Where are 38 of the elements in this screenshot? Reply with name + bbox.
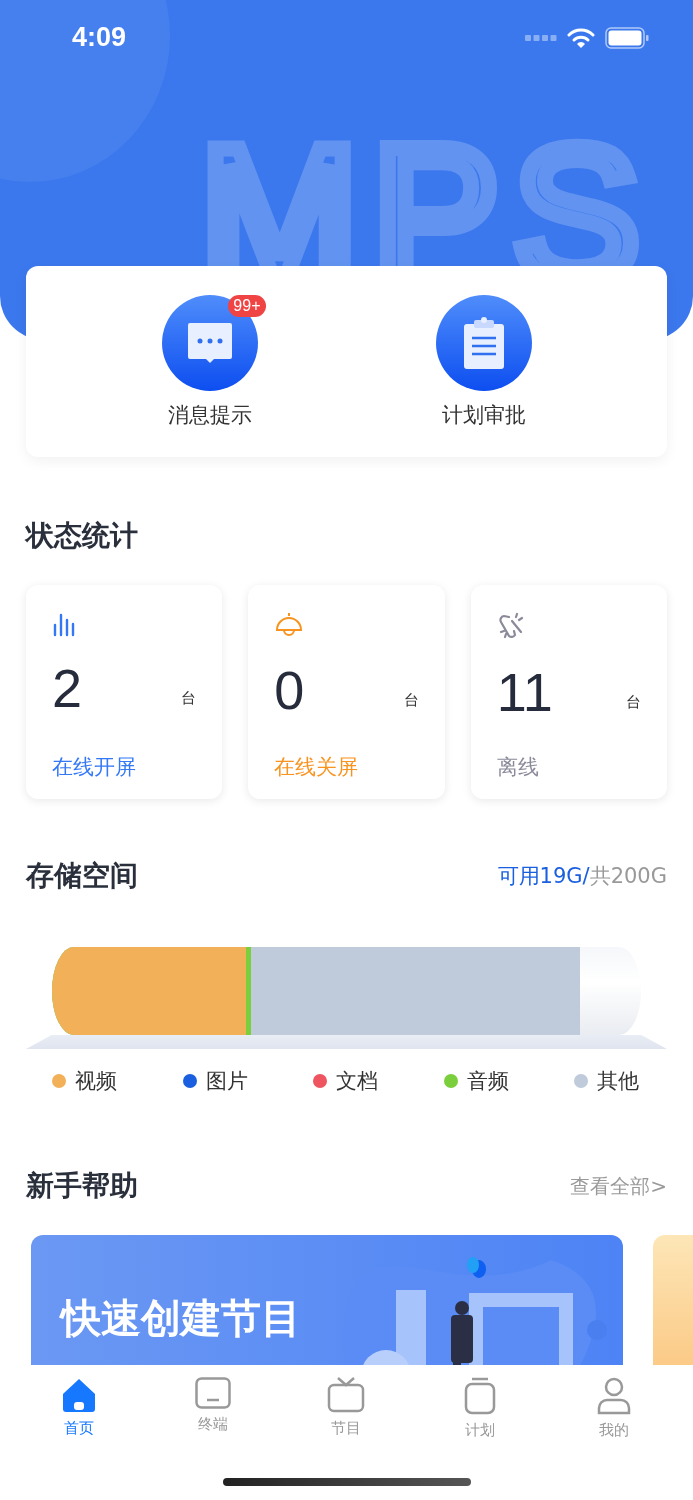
stat-unit: 台 bbox=[626, 693, 641, 713]
legend-label: 音频 bbox=[466, 1068, 509, 1095]
clipboard-icon bbox=[464, 1377, 497, 1415]
banner-title: 快速创建节目 bbox=[61, 1294, 301, 1343]
stat-value: 11 bbox=[496, 663, 553, 723]
stat-label: 在线开屏 bbox=[52, 754, 137, 781]
stat-value: 0 bbox=[274, 661, 305, 721]
legend-label: 视频 bbox=[75, 1068, 117, 1095]
tab-button[interactable]: 终端 bbox=[172, 1377, 253, 1440]
battery-icon bbox=[605, 26, 649, 49]
tab-button[interactable]: 节目 bbox=[306, 1377, 387, 1440]
lamp-icon bbox=[274, 611, 305, 639]
stat-value: 2 bbox=[52, 659, 83, 719]
stat-label: 离线 bbox=[496, 754, 540, 781]
tab-button[interactable]: 计划 bbox=[440, 1377, 521, 1440]
clipboard-icon bbox=[462, 315, 505, 370]
section-title: 状态统计 bbox=[26, 518, 138, 554]
legend-label: 文档 bbox=[336, 1068, 378, 1095]
chat-bubble-icon bbox=[186, 321, 233, 364]
wifi-icon bbox=[567, 27, 595, 48]
legend-label: 图片 bbox=[205, 1068, 248, 1095]
signal-icon bbox=[525, 33, 557, 42]
tab-button[interactable]: 我的 bbox=[574, 1377, 655, 1440]
total-storage: 共200G bbox=[589, 864, 667, 888]
stat-unit: 台 bbox=[181, 689, 197, 709]
available-storage: 可用19G/ bbox=[497, 864, 590, 888]
screen-icon bbox=[194, 1377, 231, 1409]
section-title: 存储空间 bbox=[26, 858, 138, 894]
stat-label: 在线关屏 bbox=[274, 754, 360, 781]
view-all-link[interactable]: 查看全部> bbox=[570, 1172, 667, 1200]
legend-label: 其他 bbox=[597, 1068, 639, 1095]
stat-unit: 台 bbox=[403, 691, 419, 711]
home-icon bbox=[60, 1377, 97, 1413]
section-title: 新手帮助 bbox=[26, 1168, 138, 1204]
status-time: 4:09 bbox=[72, 22, 127, 53]
tv-icon bbox=[327, 1377, 366, 1413]
user-icon bbox=[597, 1377, 632, 1415]
tab-button[interactable]: 首页 bbox=[38, 1377, 119, 1440]
